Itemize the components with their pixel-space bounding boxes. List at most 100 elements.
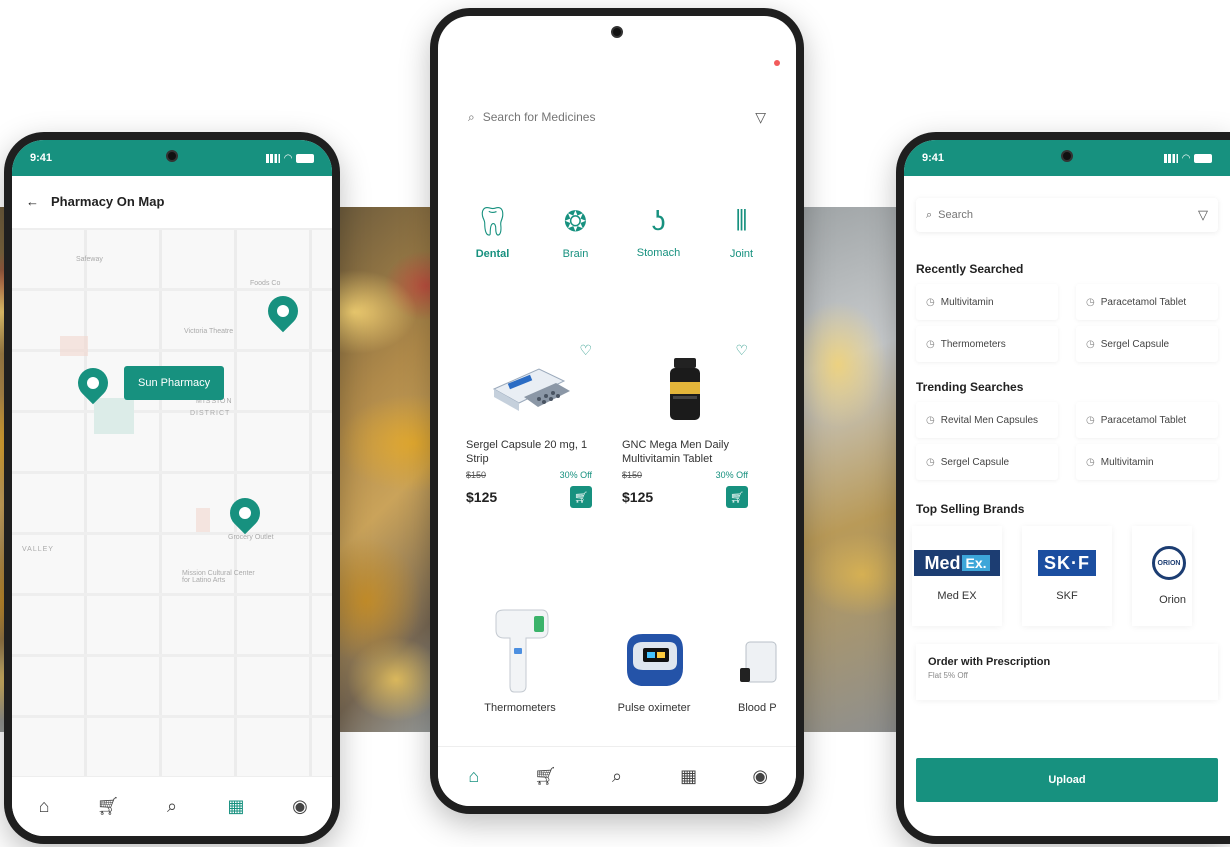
map-pin-icon[interactable] (261, 289, 305, 333)
status-time: 9:41 (30, 152, 53, 164)
old-price: $150 (622, 470, 643, 480)
history-icon: ◷ (926, 414, 935, 426)
map-pin-icon[interactable] (223, 491, 267, 535)
profile-icon[interactable]: ◉ (285, 796, 315, 817)
wifi-icon: ◠ (1182, 152, 1190, 164)
upload-button[interactable]: Upload (916, 758, 1218, 802)
phone-search-screen: 9:41 ◠ ⌕ ▽ Recently Searched ◷Multivitam… (896, 132, 1230, 844)
brand-card-orion[interactable]: ORION Orion (1132, 526, 1192, 626)
medicine-image (622, 344, 748, 434)
medicine-card[interactable]: ♡ GNC Mega Men Daily Multivitamin Tablet… (612, 334, 758, 528)
brand-card-skf[interactable]: SK·F SKF (1022, 526, 1112, 626)
filter-icon[interactable]: ▽ (755, 109, 766, 126)
home-icon[interactable]: ⌂ (459, 766, 489, 787)
cart-icon[interactable]: 🛒︎ (530, 766, 560, 787)
phone-map-screen: 9:41 ◠ ← Pharmacy On Map Safeway Foods C… (4, 132, 340, 844)
search-bar[interactable]: ⌕ ▽ (456, 98, 778, 136)
joint-icon: ⦀ (735, 204, 748, 236)
menu-icon[interactable]: ☰ (456, 60, 474, 85)
map-view[interactable]: Safeway Foods Co Victoria Theatre MISSIO… (12, 228, 332, 776)
history-icon: ◷ (1086, 456, 1095, 468)
thermometer-image (495, 609, 549, 693)
product-card[interactable]: Blood P (726, 574, 796, 724)
history-icon: ◷ (1086, 414, 1095, 426)
notification-dot (774, 59, 780, 66)
battery-icon (296, 153, 314, 163)
heart-icon[interactable]: ♡ (735, 342, 748, 359)
brand-list: Med Ex. Med EX SK·F SKF ORION Orion (904, 516, 1230, 626)
map-label: Foods Co (250, 280, 281, 287)
map-label: Safeway (76, 256, 103, 263)
search-input[interactable] (482, 110, 748, 124)
search-chip[interactable]: ◷ Paracetamol Tablet (1076, 284, 1218, 320)
price: $125 (466, 489, 498, 505)
search-input[interactable] (938, 209, 1192, 221)
section-title-recent: Recently Searched (916, 262, 1024, 276)
cart-icon[interactable]: 🛒︎ (93, 796, 123, 817)
map-icon[interactable]: ▦ (674, 766, 704, 787)
pill-background-image (790, 207, 910, 732)
map-label: Victoria Theatre (184, 328, 234, 335)
filter-icon[interactable]: ▽ (1198, 207, 1208, 223)
map-block (60, 336, 88, 356)
top-toolbar: ☰ 🔔︎ (456, 52, 780, 92)
search-icon[interactable]: ⌕ (602, 766, 632, 787)
medicine-card[interactable] (768, 334, 796, 528)
disease-card-joint[interactable]: ⦀ Joint (705, 184, 778, 280)
blood-pressure-monitor-image (740, 641, 777, 683)
search-chip[interactable]: ◷ Sergel Capsule (916, 444, 1058, 480)
battery-icon (760, 29, 778, 39)
notification-bell-icon[interactable]: 🔔︎ (755, 59, 780, 83)
search-chip[interactable]: ◷ Multivitamin (916, 284, 1058, 320)
product-card[interactable]: Pulse oximeter (592, 574, 716, 724)
home-icon[interactable]: ⌂ (29, 796, 59, 817)
search-chip[interactable]: ◷ Multivitamin (1076, 444, 1218, 480)
disease-card-brain[interactable]: ❂ Brain (539, 184, 612, 280)
recent-searches: ◷ Multivitamin ◷ Paracetamol Tablet ◷ Therm… (904, 276, 1230, 362)
product-card[interactable]: Thermometers (458, 574, 582, 724)
map-park (94, 398, 134, 434)
brand-card-medex[interactable]: Med Ex. Med EX (912, 526, 1002, 626)
add-to-cart-button[interactable]: 🛒︎ (726, 486, 748, 508)
skf-logo: SK·F (1038, 550, 1096, 576)
back-arrow-icon[interactable]: ← (26, 194, 39, 209)
bottom-nav: ⌂ 🛒︎ ⌕ ▦ ◉ (12, 776, 332, 836)
medex-logo: Med Ex. (914, 550, 1000, 576)
pharmacy-tag[interactable]: Sun Pharmacy (124, 366, 225, 400)
map-icon[interactable]: ▦ (221, 796, 251, 817)
profile-icon[interactable]: ◉ (745, 766, 775, 787)
search-bar[interactable]: ⌕ ▽ (916, 198, 1218, 232)
search-chip[interactable]: ◷ Thermometers (916, 326, 1058, 362)
pulse-oximeter-image (627, 634, 683, 686)
product-label: Thermometers (484, 702, 556, 714)
wifi-icon: ◠ (748, 28, 756, 40)
camera-notch (166, 150, 178, 162)
add-to-cart-button[interactable]: 🛒︎ (570, 486, 592, 508)
medicine-card[interactable]: ♡ Sergel Capsule 20 mg, 1 Strip $150 30%… (456, 334, 602, 528)
history-icon: ◷ (1086, 296, 1095, 308)
disease-card-stomach[interactable]: ʖ Stomach (622, 184, 695, 280)
heart-icon[interactable]: ♡ (579, 342, 592, 359)
map-label: Mission Cultural Center for Latino Arts (182, 570, 255, 584)
search-icon: ⌕ (926, 208, 933, 221)
search-chip[interactable]: ◷ Sergel Capsule (1076, 326, 1218, 362)
discount-badge: 30% Off (715, 470, 748, 480)
prescription-card[interactable]: Order with Prescription Flat 5% Off (916, 644, 1218, 700)
map-block (196, 508, 210, 532)
search-icon[interactable]: ⌕ (157, 796, 187, 817)
battery-icon (1194, 153, 1212, 163)
section-title-diseases: Explore by Health Diseases (456, 156, 639, 172)
search-chip[interactable]: ◷ Paracetamol Tablet (1076, 402, 1218, 438)
map-label: DISTRICT (190, 410, 231, 417)
history-icon: ◷ (926, 296, 935, 308)
map-label: VALLEY (22, 546, 54, 553)
search-chip[interactable]: ◷ Revital Men Capsules (916, 402, 1058, 438)
camera-notch (1061, 150, 1073, 162)
product-label: Pulse oximeter (617, 702, 691, 714)
signal-icon (1164, 153, 1179, 163)
search-icon: ⌕ (468, 109, 475, 124)
disease-card-dental[interactable]: 🦷︎ Dental (456, 184, 529, 280)
product-list: Thermometers Pulse oximeter Blood P (438, 574, 796, 724)
wifi-icon: ◠ (284, 152, 292, 164)
stomach-icon: ʖ (651, 205, 666, 236)
